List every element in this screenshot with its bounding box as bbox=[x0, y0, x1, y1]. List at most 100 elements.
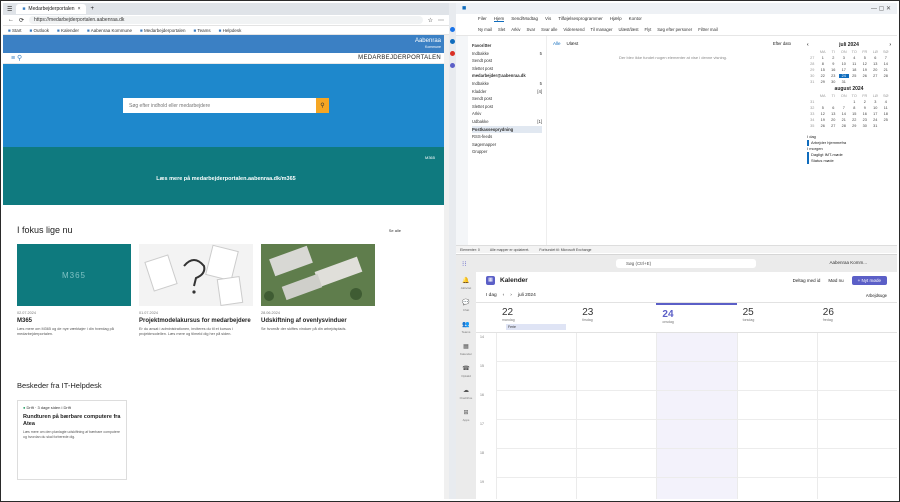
rail-icon[interactable]: ▦ bbox=[462, 344, 470, 350]
calendar-day[interactable]: 11 bbox=[849, 62, 860, 66]
calendar-day[interactable]: 5 bbox=[860, 56, 871, 60]
calendar-day[interactable]: 22 bbox=[849, 118, 860, 122]
day-header[interactable]: 24 onsdag bbox=[656, 303, 737, 334]
calendar-day[interactable]: 25 bbox=[849, 74, 860, 78]
bookmark-item[interactable]: Medarbejderportalen bbox=[140, 28, 186, 33]
bookmark-item[interactable]: Teams bbox=[193, 28, 210, 33]
aabenraa-logo[interactable]: Aabenraa Kommune bbox=[415, 38, 441, 50]
join-with-id-button[interactable]: Deltag med id bbox=[793, 278, 821, 283]
rail-label[interactable]: Chat bbox=[457, 308, 475, 312]
folder-item[interactable]: RSS-feeds bbox=[472, 133, 542, 141]
helpdesk-card[interactable]: ● Drift · 3 dage siden i Drift Rundturen… bbox=[17, 400, 127, 480]
calendar-day[interactable] bbox=[818, 100, 829, 104]
folder-item[interactable]: Søgemapper bbox=[472, 141, 542, 149]
calendar-day[interactable]: 16 bbox=[860, 112, 871, 116]
menu-item[interactable]: Kontor bbox=[629, 16, 642, 21]
folder-item[interactable]: Udbakke [1] bbox=[472, 118, 542, 126]
day-header[interactable]: 25 torsdag bbox=[737, 303, 817, 334]
url-input[interactable]: https://medarbejderportalen.aabenraa.dk bbox=[29, 16, 423, 24]
calendar-day[interactable]: 31 bbox=[839, 80, 850, 84]
calendar-day[interactable]: 4 bbox=[849, 56, 860, 60]
search-button[interactable]: ⚲ bbox=[316, 98, 329, 113]
ribbon-button[interactable]: Flyt bbox=[645, 27, 652, 32]
ribbon-button[interactable]: Ulæst/læst bbox=[619, 27, 639, 32]
meet-now-button[interactable]: Mød nu bbox=[828, 278, 843, 283]
rail-icon[interactable]: 🔔 bbox=[462, 278, 470, 284]
window-controls-icon[interactable]: — ▢ ✕ bbox=[871, 5, 891, 12]
folder-item[interactable]: Indbakke 5 bbox=[472, 80, 542, 88]
folder-item[interactable]: Kladder [4] bbox=[472, 88, 542, 96]
folder-item[interactable]: Sendt post bbox=[472, 57, 542, 65]
banner-link[interactable]: Læs mere på medarbejderportalen.aabenraa… bbox=[3, 176, 449, 182]
calendar-day[interactable]: 10 bbox=[839, 62, 850, 66]
browser-tab[interactable]: ■ Medarbejderportalen × bbox=[16, 4, 87, 14]
ribbon-button[interactable]: Til manager bbox=[591, 27, 613, 32]
calendar-day[interactable] bbox=[839, 100, 850, 104]
new-tab-icon[interactable]: + bbox=[90, 6, 94, 12]
strip-app-icon[interactable] bbox=[450, 27, 455, 32]
calendar-day[interactable]: 25 bbox=[881, 118, 892, 122]
folder-item[interactable]: Slettet post bbox=[472, 103, 542, 111]
calendar-day[interactable]: 1 bbox=[818, 56, 829, 60]
star-icon[interactable]: ☆ bbox=[428, 17, 433, 24]
calendar-day[interactable]: 18 bbox=[881, 112, 892, 116]
calendar-day[interactable]: 24 bbox=[870, 118, 881, 122]
rail-label[interactable]: Teams bbox=[457, 330, 475, 334]
day-column[interactable] bbox=[736, 333, 817, 499]
menu-search-icon[interactable]: ≡ ⚲ bbox=[11, 54, 22, 62]
month-label[interactable]: juli 2024 bbox=[518, 293, 536, 298]
calendar-day[interactable]: 2 bbox=[860, 100, 871, 104]
calendar-day[interactable]: 9 bbox=[828, 62, 839, 66]
ribbon-button[interactable]: Svar alle bbox=[541, 27, 557, 32]
calendar-day[interactable]: 23 bbox=[860, 118, 871, 122]
calendar-day[interactable]: 31 bbox=[870, 124, 881, 128]
rail-icon[interactable]: 💬 bbox=[462, 300, 470, 306]
calendar-day[interactable] bbox=[828, 100, 839, 104]
see-all-link[interactable]: Se alle bbox=[389, 228, 401, 233]
calendar-day[interactable]: 19 bbox=[818, 118, 829, 122]
calendar-day[interactable]: 19 bbox=[860, 68, 871, 72]
reload-icon[interactable]: ⟳ bbox=[19, 17, 24, 24]
agenda-event[interactable]: Status møde bbox=[807, 158, 891, 164]
calendar-day[interactable]: 10 bbox=[870, 106, 881, 110]
calendar-day[interactable] bbox=[881, 80, 892, 84]
browser-menu-icon[interactable]: ☰ bbox=[7, 6, 12, 13]
calendar-day[interactable]: 23 bbox=[828, 74, 839, 78]
calendar-day[interactable]: 15 bbox=[818, 68, 829, 72]
day-column[interactable] bbox=[816, 333, 897, 499]
calendar-day[interactable]: 13 bbox=[870, 62, 881, 66]
day-header[interactable]: 26 fredag bbox=[817, 303, 897, 334]
calendar-day[interactable] bbox=[870, 80, 881, 84]
strip-app-icon[interactable] bbox=[450, 51, 455, 56]
ribbon-button[interactable]: Ny mail bbox=[478, 27, 492, 32]
menu-item[interactable]: Hjælp bbox=[610, 16, 622, 21]
ribbon-button[interactable]: Søg efter personer bbox=[657, 27, 692, 32]
calendar-day[interactable]: 12 bbox=[860, 62, 871, 66]
calendar-day[interactable]: 3 bbox=[839, 56, 850, 60]
calendar-day[interactable]: 14 bbox=[839, 112, 850, 116]
calendar-day[interactable]: 5 bbox=[818, 106, 829, 110]
menu-item[interactable]: Send/Modtag bbox=[511, 16, 538, 21]
calendar-day[interactable]: 15 bbox=[849, 112, 860, 116]
view-selector[interactable]: Arbejdsuge bbox=[866, 293, 887, 298]
calendar-day[interactable]: 7 bbox=[881, 56, 892, 60]
tab-all[interactable]: Alle bbox=[553, 41, 561, 46]
rail-label[interactable]: Kalender bbox=[457, 352, 475, 356]
folder-item[interactable]: Sendt post bbox=[472, 95, 542, 103]
calendar-day[interactable]: 18 bbox=[849, 68, 860, 72]
folder-item[interactable]: Favoritter bbox=[472, 42, 542, 50]
folder-item[interactable]: Indbakke 5 bbox=[472, 50, 542, 58]
prev-icon[interactable]: ‹ bbox=[503, 293, 505, 298]
calendar-day[interactable]: 6 bbox=[870, 56, 881, 60]
rail-label[interactable]: OneDrive bbox=[457, 396, 475, 400]
teams-grid-icon[interactable]: ⁝⁝ bbox=[462, 260, 466, 268]
folder-item[interactable]: Slettet post bbox=[472, 65, 542, 73]
browser-more-icon[interactable]: ⋯ bbox=[438, 17, 444, 24]
bookmark-item[interactable]: Outlook bbox=[29, 28, 49, 33]
ribbon-button[interactable]: Videresend bbox=[563, 27, 584, 32]
calendar-day[interactable]: 27 bbox=[828, 124, 839, 128]
back-icon[interactable]: ← bbox=[8, 17, 14, 23]
rail-label[interactable]: Opkald bbox=[457, 374, 475, 378]
calendar-day[interactable]: 29 bbox=[849, 124, 860, 128]
ribbon-button[interactable]: Slet bbox=[498, 27, 505, 32]
